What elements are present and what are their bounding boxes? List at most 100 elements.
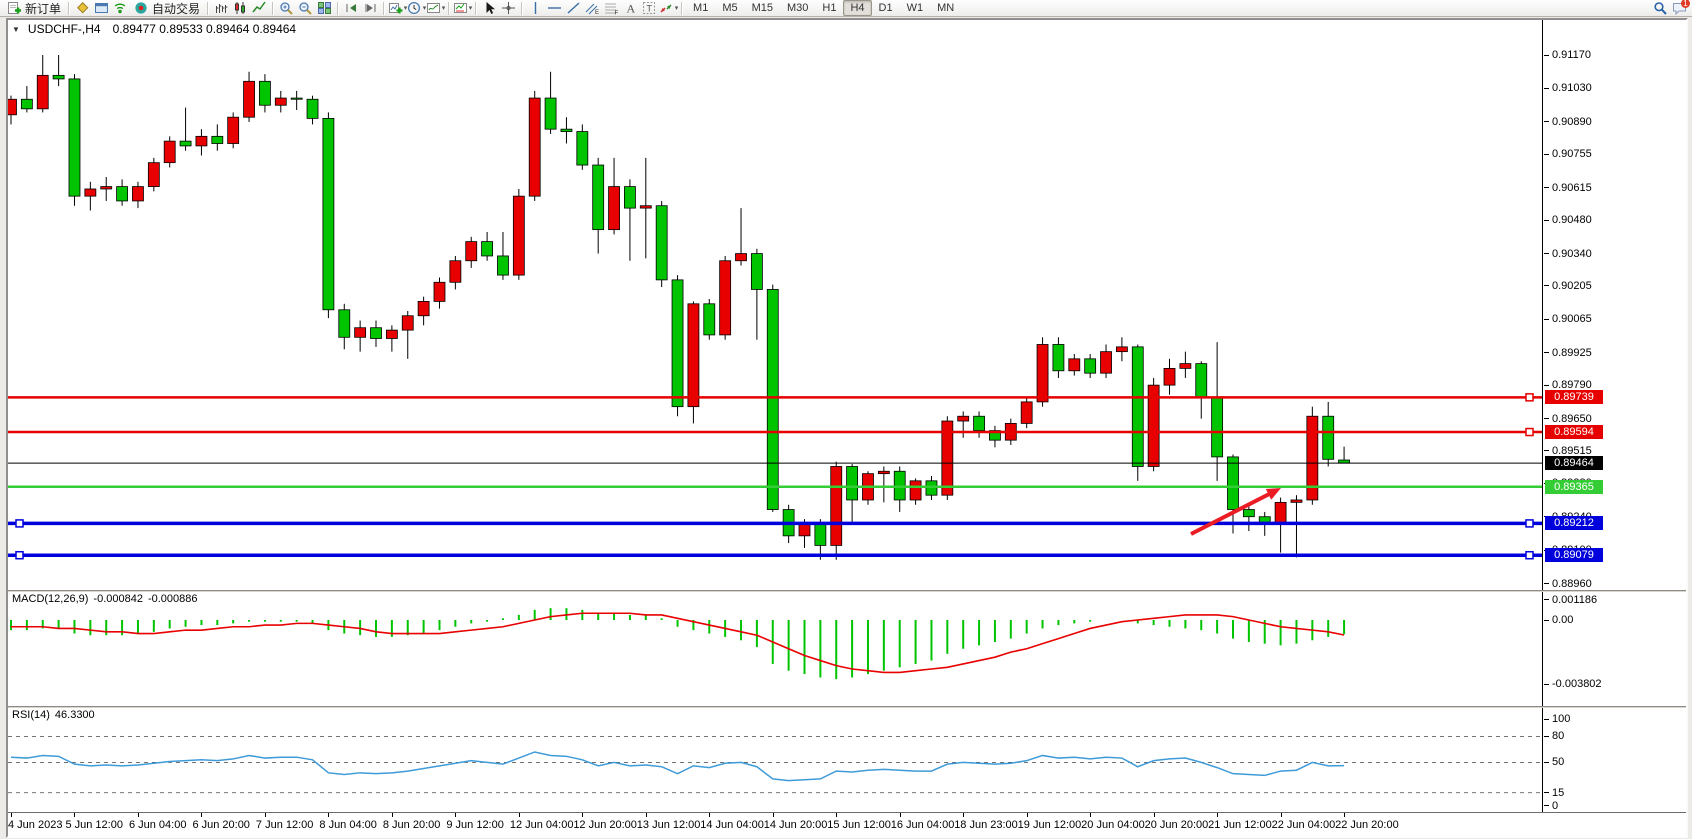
- horizontal-line-icon[interactable]: [545, 1, 564, 16]
- rsi-plot[interactable]: [8, 708, 1543, 812]
- new-chart-icon[interactable]: ▾: [388, 1, 407, 16]
- vertical-line-icon[interactable]: [526, 1, 545, 16]
- text-label-icon[interactable]: T: [640, 1, 659, 16]
- timeframe-d1[interactable]: D1: [872, 0, 900, 16]
- timeframe-w1[interactable]: W1: [900, 0, 931, 16]
- styler-icon[interactable]: [73, 1, 92, 16]
- timeframe-m30[interactable]: M30: [780, 0, 815, 16]
- time-tick: [1281, 813, 1282, 817]
- rsi-title: RSI(14) 46.3300: [12, 709, 95, 721]
- price-chart-pane[interactable]: ▼ USDCHF-,H4 0.89477 0.89533 0.89464 0.8…: [8, 20, 1686, 590]
- price-axis: 0.911700.910300.908900.907550.906150.904…: [1544, 20, 1686, 590]
- time-tick: [74, 813, 75, 817]
- signal-icon[interactable]: [111, 1, 130, 16]
- periods-clock-icon[interactable]: ▾: [407, 1, 426, 16]
- trendline-icon[interactable]: [564, 1, 583, 16]
- axis-tick: [1544, 154, 1549, 155]
- time-tick: [455, 813, 456, 817]
- arrows-icon-glyph: [659, 1, 674, 15]
- axis-tick: [1544, 583, 1549, 584]
- auto-scroll-icon[interactable]: [342, 1, 361, 16]
- timeframe-m5[interactable]: M5: [715, 0, 744, 16]
- axis-tick-label: 0.90615: [1552, 182, 1592, 194]
- autotrade-button[interactable]: 自动交易: [130, 1, 204, 16]
- fibonacci-icon[interactable]: F: [602, 1, 621, 16]
- axis-tick: [1544, 385, 1549, 386]
- periods-clock-icon-glyph: [407, 1, 422, 15]
- dropdown-caret-icon[interactable]: ▾: [442, 4, 446, 12]
- time-label: 5 Jun 12:00: [65, 819, 123, 831]
- notification-badge: 1: [1681, 0, 1690, 8]
- axis-tick-label: 0: [1552, 800, 1558, 812]
- chat-icon-glyph: 1: [1672, 1, 1687, 15]
- axis-tick-label: 0.91030: [1552, 82, 1592, 94]
- timeframe-mn[interactable]: MN: [930, 0, 961, 16]
- line-chart-icon[interactable]: [250, 1, 269, 16]
- tile-windows-icon[interactable]: [315, 1, 334, 16]
- timeframe-m15[interactable]: M15: [745, 0, 780, 16]
- chat-icon[interactable]: 1: [1670, 1, 1689, 16]
- axis-tick: [1544, 792, 1549, 793]
- time-label: 22 Jun 04:00: [1272, 819, 1336, 831]
- text-icon-glyph: A: [623, 1, 638, 15]
- time-tick: [1344, 813, 1345, 817]
- chart-shift-icon-glyph: [363, 1, 378, 15]
- templates-icon[interactable]: ▾: [426, 1, 445, 16]
- axis-tick: [1544, 620, 1549, 621]
- macd-pane[interactable]: MACD(12,26,9) -0.000842 -0.000886 0.0011…: [8, 592, 1686, 706]
- axis-tick: [1544, 121, 1549, 122]
- dropdown-caret-icon[interactable]: ▾: [675, 4, 679, 12]
- timeframe-h4[interactable]: H4: [843, 0, 871, 16]
- time-tick: [1217, 813, 1218, 817]
- macd-axis: 0.0011860.00-0.003802: [1544, 592, 1686, 706]
- rsi-label: RSI(14): [12, 709, 50, 721]
- axis-tick: [1544, 450, 1549, 451]
- new-window-icon-glyph: [94, 1, 109, 15]
- time-label: 14 Jun 20:00: [764, 819, 828, 831]
- rsi-axis: 1008050150: [1544, 708, 1686, 812]
- time-tick: [900, 813, 901, 817]
- timeframe-m1[interactable]: M1: [686, 0, 715, 16]
- time-label: 4 Jun 2023: [8, 819, 62, 831]
- time-label: 7 Jun 12:00: [256, 819, 314, 831]
- price-tag-0.89079: 0.89079: [1545, 548, 1603, 562]
- axis-tick-label: 0.90205: [1552, 280, 1592, 292]
- search-icon[interactable]: [1651, 1, 1670, 16]
- arrows-icon[interactable]: ▾: [659, 1, 678, 16]
- indicators-icon[interactable]: ▾: [453, 1, 472, 16]
- crosshair-icon[interactable]: [499, 1, 518, 16]
- svg-text:E: E: [595, 10, 599, 15]
- collapse-chart-icon[interactable]: ▼: [12, 25, 20, 34]
- zoom-out-icon[interactable]: [296, 1, 315, 16]
- new-order-button[interactable]: 新订单: [3, 1, 65, 16]
- cursor-icon[interactable]: [480, 1, 499, 16]
- text-icon[interactable]: A: [621, 1, 640, 16]
- toolbar-separator: [207, 2, 209, 15]
- time-label: 14 Jun 04:00: [700, 819, 764, 831]
- price-tag-0.89212: 0.89212: [1545, 516, 1603, 530]
- time-tick: [1027, 813, 1028, 817]
- macd-plot[interactable]: [8, 592, 1543, 706]
- time-tick: [646, 813, 647, 817]
- axis-tick: [1544, 684, 1549, 685]
- time-tick: [138, 813, 139, 817]
- equidistant-channel-icon[interactable]: E: [583, 1, 602, 16]
- svg-text:T: T: [647, 4, 653, 14]
- axis-tick: [1544, 187, 1549, 188]
- macd-value: -0.000842: [93, 593, 143, 605]
- bar-chart-icon[interactable]: [212, 1, 231, 16]
- axis-tick-label: 0.89790: [1552, 379, 1592, 391]
- timeframe-h1[interactable]: H1: [815, 0, 843, 16]
- time-tick: [1090, 813, 1091, 817]
- dropdown-caret-icon[interactable]: ▾: [469, 4, 473, 12]
- new-window-icon[interactable]: [92, 1, 111, 16]
- candlestick-plot[interactable]: [8, 20, 1543, 590]
- axis-tick-label: 15: [1552, 787, 1564, 799]
- axis-tick: [1544, 253, 1549, 254]
- chart-shift-icon[interactable]: [361, 1, 380, 16]
- rsi-pane[interactable]: RSI(14) 46.3300 1008050150: [8, 708, 1686, 812]
- candlestick-chart-icon[interactable]: [231, 1, 250, 16]
- vertical-line-icon-glyph: [528, 1, 543, 15]
- toolbar-button-label: 新订单: [25, 0, 61, 17]
- zoom-in-icon[interactable]: [277, 1, 296, 16]
